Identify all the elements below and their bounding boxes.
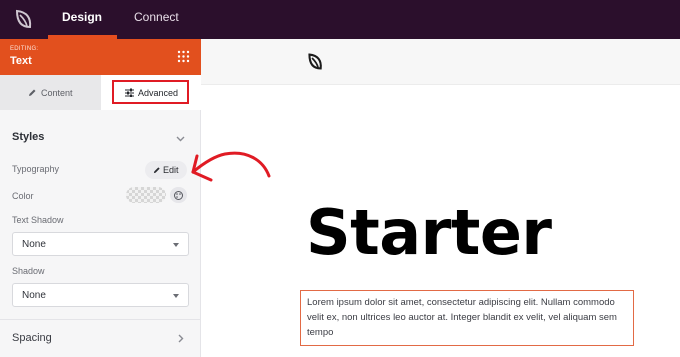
tab-content[interactable]: Content bbox=[0, 75, 101, 110]
caret-down-icon bbox=[173, 294, 179, 298]
section-divider bbox=[0, 319, 201, 320]
shadow-value: None bbox=[22, 290, 46, 301]
editing-header: EDITING: Text bbox=[0, 39, 201, 75]
text-shadow-value: None bbox=[22, 239, 46, 250]
tab-connect[interactable]: Connect bbox=[134, 0, 179, 39]
page-canvas: Starter Lorem ipsum dolor sit amet, cons… bbox=[201, 39, 680, 357]
sliders-icon bbox=[125, 88, 134, 97]
tab-advanced-label: Advanced bbox=[138, 88, 179, 98]
shadow-label: Shadow bbox=[12, 266, 45, 276]
edit-button[interactable]: Edit bbox=[145, 161, 187, 179]
caret-down-icon bbox=[173, 243, 179, 247]
tab-design[interactable]: Design bbox=[62, 0, 102, 39]
typography-label: Typography bbox=[12, 164, 60, 174]
pencil-icon bbox=[29, 89, 36, 96]
chevron-right-icon[interactable] bbox=[176, 334, 185, 343]
top-bar: Design Connect bbox=[0, 0, 680, 39]
seedprod-leaf-icon[interactable] bbox=[13, 8, 35, 30]
pencil-icon bbox=[153, 167, 160, 174]
advanced-highlight[interactable]: Advanced bbox=[112, 80, 189, 104]
annotation-arrow-icon bbox=[191, 151, 271, 182]
site-header bbox=[201, 39, 680, 85]
color-label: Color bbox=[12, 191, 34, 201]
seedprod-leaf-icon bbox=[308, 53, 322, 70]
chevron-down-icon[interactable] bbox=[176, 134, 185, 143]
tab-advanced[interactable]: Advanced bbox=[101, 75, 201, 110]
text-shadow-select[interactable]: None bbox=[12, 232, 189, 256]
styles-section-title[interactable]: Styles bbox=[12, 131, 44, 143]
page-heading[interactable]: Starter bbox=[306, 202, 552, 264]
editing-title: Text bbox=[10, 55, 32, 67]
editing-label: EDITING: bbox=[10, 46, 39, 52]
sidebar: EDITING: Text Content Advanced Styles Ty… bbox=[0, 39, 206, 357]
color-swatch[interactable] bbox=[126, 187, 166, 203]
spacing-section-title[interactable]: Spacing bbox=[12, 332, 52, 344]
tab-content-label: Content bbox=[41, 88, 73, 98]
selected-text-block[interactable]: Lorem ipsum dolor sit amet, consectetur … bbox=[300, 290, 634, 346]
edit-button-label: Edit bbox=[163, 165, 179, 175]
shadow-select[interactable]: None bbox=[12, 283, 189, 307]
grid-dots-icon[interactable] bbox=[177, 50, 190, 63]
palette-icon bbox=[174, 190, 183, 200]
text-shadow-label: Text Shadow bbox=[12, 215, 64, 225]
